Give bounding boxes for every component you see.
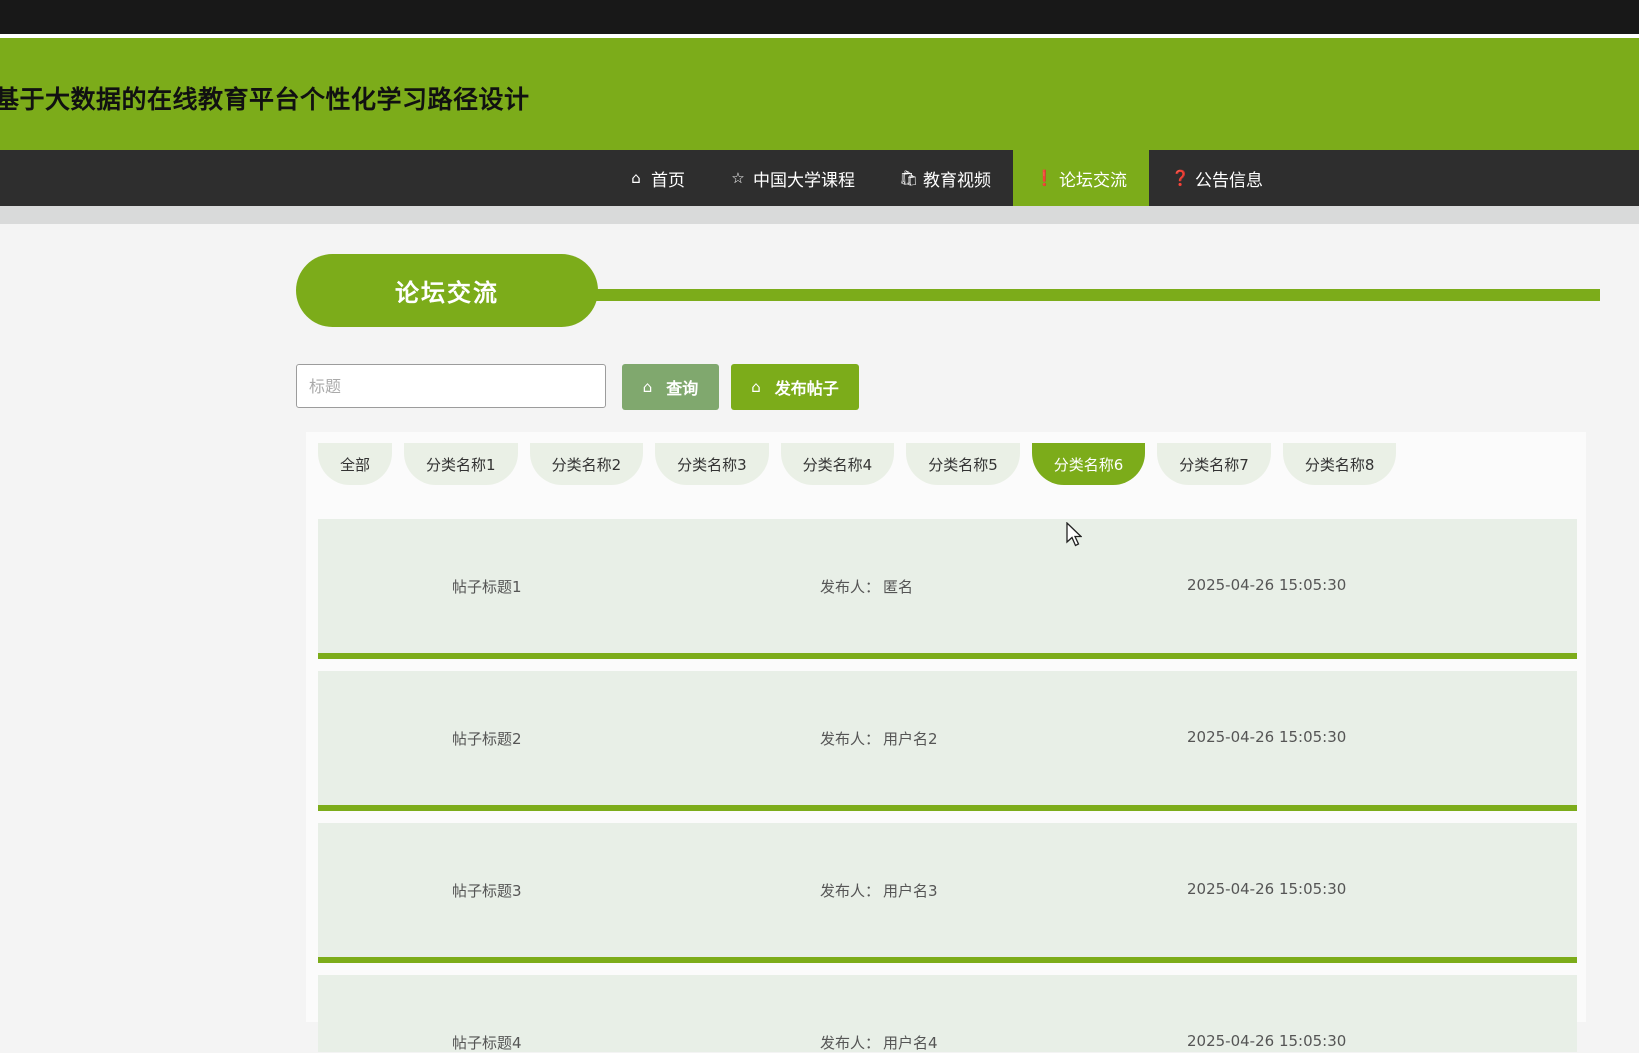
category-tab-active[interactable]: 分类名称6	[1031, 443, 1146, 485]
bag-icon: 🛍	[899, 169, 919, 187]
section-title: 论坛交流	[296, 254, 598, 327]
publish-post-button-label: 发布帖子	[774, 379, 839, 398]
nav-subbar	[0, 206, 1639, 224]
post-author-label: 发布人：	[820, 882, 881, 900]
query-button[interactable]: ⌂ 查询	[622, 364, 719, 410]
category-tab[interactable]: 分类名称5	[906, 443, 1020, 485]
site-title: 基于大数据的在线教育平台个性化学习路径设计	[0, 85, 530, 114]
post-author-label: 发布人：	[820, 578, 881, 596]
home-icon: ⌂	[751, 378, 761, 396]
star-icon: ☆	[731, 169, 745, 187]
section-title-line	[580, 289, 1600, 301]
post-author: 用户名4	[883, 1034, 938, 1052]
post-time: 2025-04-26 15:05:30	[1187, 728, 1347, 746]
post-row[interactable]: 帖子标题2 发布人： 用户名2 2025-04-26 15:05:30	[318, 671, 1577, 811]
nav-item-label: 公告信息	[1195, 170, 1263, 191]
category-tab[interactable]: 分类名称8	[1282, 443, 1397, 485]
post-time: 2025-04-26 15:05:30	[1187, 576, 1347, 594]
home-icon: ⌂	[642, 378, 653, 396]
post-author: 用户名3	[883, 882, 938, 900]
category-tab[interactable]: 分类名称1	[404, 443, 518, 485]
post-author-label: 发布人：	[820, 730, 881, 748]
mouse-cursor-icon	[1066, 522, 1082, 547]
category-tabs: 全部 分类名称1 分类名称2 分类名称3 分类名称4 分类名称5 分类名称6 分…	[318, 443, 1397, 485]
nav-item-videos[interactable]: 🛍 教育视频	[877, 150, 1013, 206]
nav-item-label: 首页	[651, 170, 685, 191]
post-row[interactable]: 帖子标题1 发布人： 匿名 2025-04-26 15:05:30	[318, 519, 1577, 659]
nav-item-notices[interactable]: ❓ 公告信息	[1149, 150, 1285, 206]
post-author: 用户名2	[883, 730, 938, 748]
alert-icon: ❗	[1035, 169, 1054, 187]
publish-post-button[interactable]: ⌂ 发布帖子	[731, 364, 859, 410]
post-row[interactable]: 帖子标题3 发布人： 用户名3 2025-04-26 15:05:30	[318, 823, 1577, 963]
nav-item-home[interactable]: ⌂ 首页	[605, 150, 707, 206]
category-tab[interactable]: 分类名称2	[529, 443, 644, 485]
home-icon: ⌂	[631, 169, 641, 187]
site-header: 基于大数据的在线教育平台个性化学习路径设计	[0, 38, 1639, 150]
nav-item-courses[interactable]: ☆ 中国大学课程	[707, 150, 877, 206]
category-tab[interactable]: 分类名称7	[1157, 443, 1271, 485]
nav-item-label: 教育视频	[923, 170, 991, 191]
post-author: 匿名	[883, 578, 914, 596]
category-tab[interactable]: 分类名称3	[655, 443, 769, 485]
nav-item-forum[interactable]: ❗ 论坛交流	[1013, 150, 1149, 206]
post-title: 帖子标题4	[452, 1034, 522, 1052]
query-button-label: 查询	[666, 379, 699, 398]
post-title: 帖子标题3	[452, 882, 522, 900]
post-row[interactable]: 帖子标题4 发布人： 用户名4 2025-04-26 15:05:30	[318, 975, 1577, 1052]
nav-item-label: 论坛交流	[1059, 170, 1127, 191]
window-top-bar	[0, 0, 1639, 34]
post-title: 帖子标题2	[452, 730, 522, 748]
post-time: 2025-04-26 15:05:30	[1187, 1032, 1347, 1050]
question-icon: ❓	[1171, 169, 1190, 187]
category-tab-all[interactable]: 全部	[318, 443, 393, 485]
search-input[interactable]	[296, 364, 606, 408]
category-tab[interactable]: 分类名称4	[780, 443, 895, 485]
nav-item-label: 中国大学课程	[753, 170, 855, 191]
main-nav: ⌂ 首页 ☆ 中国大学课程 🛍 教育视频 ❗ 论坛交流 ❓ 公告信息	[0, 150, 1639, 206]
post-time: 2025-04-26 15:05:30	[1187, 880, 1347, 898]
post-author-label: 发布人：	[820, 1034, 881, 1052]
post-title: 帖子标题1	[452, 578, 522, 596]
